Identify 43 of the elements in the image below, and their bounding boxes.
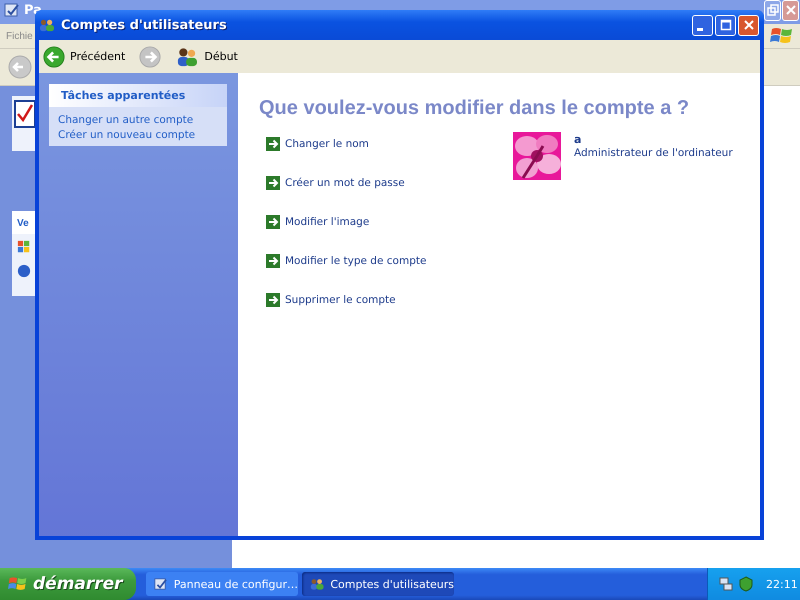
network-icon[interactable] <box>718 576 734 592</box>
close-button[interactable] <box>782 0 799 20</box>
close-icon <box>784 4 796 16</box>
action-link[interactable]: Changer le nom <box>285 138 369 150</box>
tasks-header: Tâches apparentées <box>49 84 227 107</box>
arrow-icon <box>266 254 280 268</box>
panel-header: Ve <box>12 211 35 234</box>
task-link[interactable]: Changer un autre compte <box>58 114 221 126</box>
control-panel-icon <box>154 576 168 592</box>
arrow-icon <box>266 136 280 150</box>
restore-button[interactable] <box>764 0 781 20</box>
start-button[interactable]: démarrer <box>0 568 136 600</box>
task-link[interactable]: Créer un nouveau compte <box>58 129 221 141</box>
account-name: a <box>574 133 582 146</box>
arrow-icon <box>266 176 280 190</box>
home-button[interactable]: Début <box>175 46 238 66</box>
back-button[interactable]: Précédent <box>43 46 126 68</box>
minimize-icon <box>696 28 702 30</box>
minimize-button[interactable] <box>692 14 713 36</box>
control-panel-icon <box>4 2 20 18</box>
arrow-icon <box>266 214 280 228</box>
window-title: Comptes d'utilisateurs <box>61 18 227 32</box>
action-link[interactable]: Modifier l'image <box>285 216 370 228</box>
maximize-button[interactable] <box>715 14 736 36</box>
restore-icon <box>766 4 778 16</box>
back-icon[interactable] <box>8 55 32 79</box>
close-button[interactable] <box>738 14 759 36</box>
checklist-icon <box>14 100 38 130</box>
taskbar-button[interactable]: Comptes d'utilisateurs <box>302 572 454 596</box>
close-icon <box>742 19 754 31</box>
windows-logo-icon <box>17 240 31 254</box>
action-link[interactable]: Créer un mot de passe <box>285 176 405 188</box>
action-link[interactable]: Supprimer le compte <box>285 294 396 306</box>
maximize-icon <box>720 19 732 31</box>
arrow-icon <box>266 292 280 306</box>
account-type: Administrateur de l'ordinateur <box>574 147 733 159</box>
users-icon <box>310 577 324 591</box>
taskbar-button[interactable]: Panneau de configur… <box>146 572 298 596</box>
shield-icon[interactable] <box>738 576 754 592</box>
page-heading: Que voulez-vous modifier dans le compte a ? <box>259 97 690 120</box>
users-icon <box>175 46 200 66</box>
action-link[interactable]: Modifier le type de compte <box>285 254 426 266</box>
users-icon <box>39 18 55 32</box>
